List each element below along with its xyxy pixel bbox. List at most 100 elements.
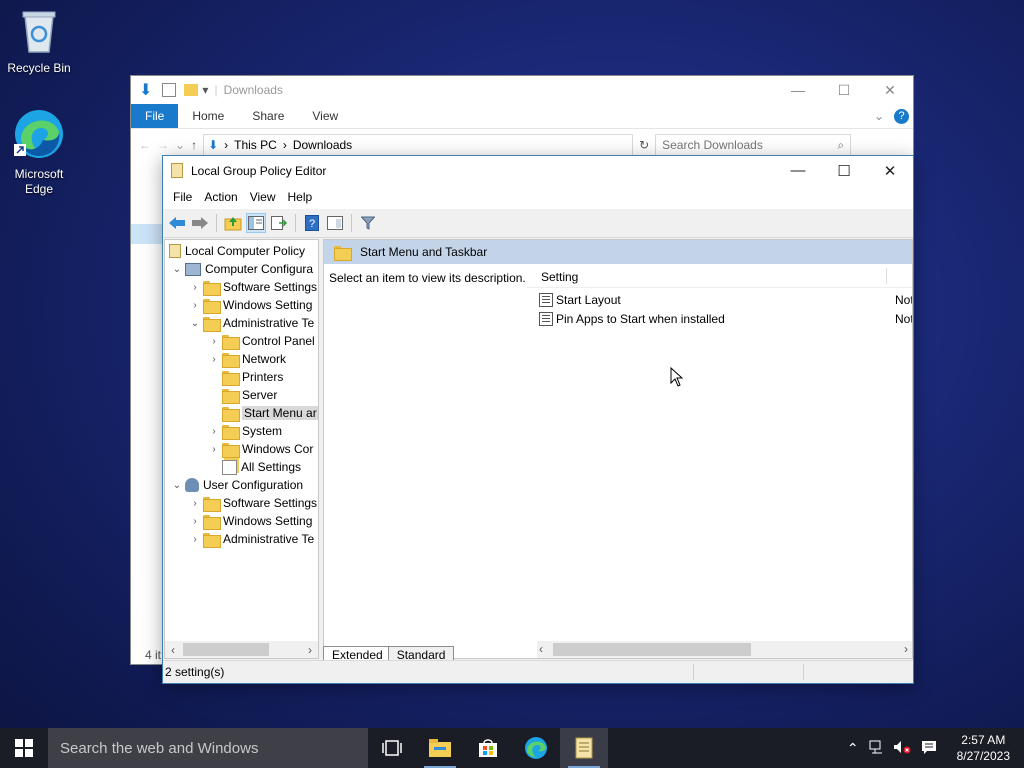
expand-chevron-icon[interactable]: ›: [206, 426, 222, 437]
refresh-icon[interactable]: ↻: [639, 138, 649, 152]
volume-muted-icon[interactable]: [889, 740, 915, 757]
explorer-maximize-button[interactable]: ☐: [821, 82, 867, 99]
tree-node-user-software-settings[interactable]: › Software Settings: [187, 494, 317, 512]
forward-arrow-icon[interactable]: →: [157, 138, 169, 152]
explorer-minimize-button[interactable]: —: [775, 82, 821, 99]
customize-dropdown-icon[interactable]: ▾: [202, 83, 208, 97]
setting-state: Not: [895, 312, 913, 326]
ribbon-tab-file[interactable]: File: [131, 104, 179, 128]
taskbar-edge[interactable]: [512, 728, 560, 768]
show-hidden-icons-chevron-icon[interactable]: ⌃: [841, 740, 865, 757]
expand-chevron-icon[interactable]: ›: [206, 444, 222, 455]
quick-access-down-icon[interactable]: ⬇: [139, 80, 152, 100]
scroll-thumb[interactable]: [183, 643, 269, 656]
taskbar-file-explorer[interactable]: [416, 728, 464, 768]
network-icon[interactable]: [865, 740, 889, 757]
ribbon-expand-icon[interactable]: ⌄: [874, 104, 884, 128]
tree-node-computer-configuration[interactable]: ⌄ Computer Configura: [169, 260, 313, 278]
taskbar-search-box[interactable]: Search the web and Windows: [48, 728, 368, 768]
tree-node-user-administrative-templates[interactable]: › Administrative Te: [187, 530, 314, 548]
settings-horizontal-scrollbar[interactable]: ‹ ›: [537, 641, 912, 658]
gpe-maximize-button[interactable]: ☐: [821, 156, 867, 185]
explorer-search-box[interactable]: Search Downloads ⌕: [655, 134, 852, 156]
tree-node-control-panel[interactable]: › Control Panel: [206, 332, 315, 350]
help-book-icon[interactable]: ?: [302, 213, 322, 233]
breadcrumb-downloads[interactable]: Downloads: [293, 138, 352, 152]
status-text: 2 setting(s): [165, 665, 225, 679]
expand-chevron-icon[interactable]: ›: [206, 336, 222, 347]
expand-chevron-icon[interactable]: ›: [187, 534, 203, 545]
explorer-titlebar[interactable]: ⬇ ▾ | Downloads — ☐ ✕: [131, 76, 913, 104]
tree-node-windows-settings[interactable]: › Windows Setting: [187, 296, 312, 314]
setting-row-start-layout[interactable]: Start Layout: [539, 291, 621, 309]
ribbon-tab-home[interactable]: Home: [178, 104, 238, 128]
ribbon-tab-share[interactable]: Share: [238, 104, 298, 128]
tree-node-server[interactable]: Server: [206, 386, 277, 404]
action-center-icon[interactable]: [915, 740, 943, 757]
expand-chevron-icon[interactable]: ›: [187, 516, 203, 527]
scroll-thumb[interactable]: [553, 643, 751, 656]
expand-chevron-icon[interactable]: ›: [187, 498, 203, 509]
gpe-minimize-button[interactable]: —: [775, 156, 821, 185]
up-one-level-icon[interactable]: [223, 213, 243, 233]
collapse-chevron-icon[interactable]: ⌄: [187, 318, 203, 329]
tree-node-start-menu-and-taskbar[interactable]: Start Menu ar: [206, 404, 318, 422]
filter-icon[interactable]: [358, 213, 378, 233]
policy-tree-pane[interactable]: Local Computer Policy ⌄ Computer Configu…: [164, 239, 319, 659]
breadcrumb-this-pc[interactable]: This PC: [234, 138, 277, 152]
gpe-close-button[interactable]: ✕: [867, 156, 913, 185]
expand-chevron-icon[interactable]: ›: [187, 282, 203, 293]
tree-node-software-settings[interactable]: › Software Settings: [187, 278, 317, 296]
scroll-left-icon[interactable]: ‹: [165, 643, 181, 657]
tree-node-local-computer-policy[interactable]: Local Computer Policy: [169, 242, 305, 260]
scroll-right-icon[interactable]: ›: [302, 643, 318, 657]
menu-file[interactable]: File: [167, 190, 198, 204]
ribbon-tab-view[interactable]: View: [298, 104, 352, 128]
desktop-icon-recycle-bin[interactable]: Recycle Bin: [1, 8, 77, 76]
export-list-icon[interactable]: [269, 213, 289, 233]
column-header-setting[interactable]: Setting: [541, 270, 578, 284]
gpe-window[interactable]: Local Group Policy Editor — ☐ ✕ File Act…: [162, 155, 914, 684]
help-icon[interactable]: ?: [894, 109, 909, 124]
properties-pane-icon[interactable]: [325, 213, 345, 233]
properties-icon[interactable]: [162, 83, 177, 97]
forward-icon[interactable]: [190, 213, 210, 233]
address-bar[interactable]: ⬇ › This PC › Downloads: [203, 134, 634, 156]
menu-help[interactable]: Help: [282, 190, 319, 204]
tree-node-printers[interactable]: Printers: [206, 368, 283, 386]
tree-node-user-windows-settings[interactable]: › Windows Setting: [187, 512, 312, 530]
taskbar-group-policy-editor[interactable]: [560, 728, 608, 768]
tree-node-administrative-templates[interactable]: ⌄ Administrative Te: [187, 314, 314, 332]
tree-node-network[interactable]: › Network: [206, 350, 286, 368]
tree-node-system[interactable]: › System: [206, 422, 282, 440]
tree-horizontal-scrollbar[interactable]: ‹ ›: [165, 641, 318, 658]
new-folder-icon[interactable]: [184, 84, 199, 96]
gpe-titlebar[interactable]: Local Group Policy Editor — ☐ ✕: [163, 156, 913, 185]
expand-chevron-icon[interactable]: ›: [187, 300, 203, 311]
tree-node-windows-components[interactable]: › Windows Cor: [206, 440, 313, 458]
start-button[interactable]: [0, 728, 48, 768]
menu-action[interactable]: Action: [198, 190, 243, 204]
collapse-chevron-icon[interactable]: ⌄: [169, 264, 185, 275]
show-hide-tree-icon[interactable]: [246, 213, 266, 233]
back-arrow-icon[interactable]: ←: [139, 138, 151, 152]
recent-dropdown-icon[interactable]: ⌄: [175, 138, 185, 152]
expand-chevron-icon[interactable]: ›: [206, 354, 222, 365]
taskbar-store[interactable]: [464, 728, 512, 768]
up-arrow-icon[interactable]: ↑: [191, 138, 197, 152]
explorer-close-button[interactable]: ✕: [867, 82, 913, 99]
tree-node-user-configuration[interactable]: ⌄ User Configuration: [169, 476, 303, 494]
tree-node-all-settings[interactable]: All Settings: [206, 458, 301, 476]
desktop-icon-edge[interactable]: Microsoft Edge: [1, 108, 77, 197]
scroll-right-icon[interactable]: ›: [904, 642, 908, 656]
collapse-chevron-icon[interactable]: ⌄: [169, 480, 185, 491]
scroll-left-icon[interactable]: ‹: [539, 642, 543, 656]
menu-view[interactable]: View: [244, 190, 282, 204]
taskbar-clock[interactable]: 2:57 AM 8/27/2023: [943, 732, 1024, 764]
setting-row-pin-apps[interactable]: Pin Apps to Start when installed: [539, 310, 725, 328]
back-icon[interactable]: [167, 213, 187, 233]
column-divider[interactable]: [886, 268, 887, 284]
clock-date: 8/27/2023: [956, 749, 1010, 763]
policy-settings-pane[interactable]: Start Menu and Taskbar Select an item to…: [323, 239, 913, 659]
task-view-button[interactable]: [368, 728, 416, 768]
